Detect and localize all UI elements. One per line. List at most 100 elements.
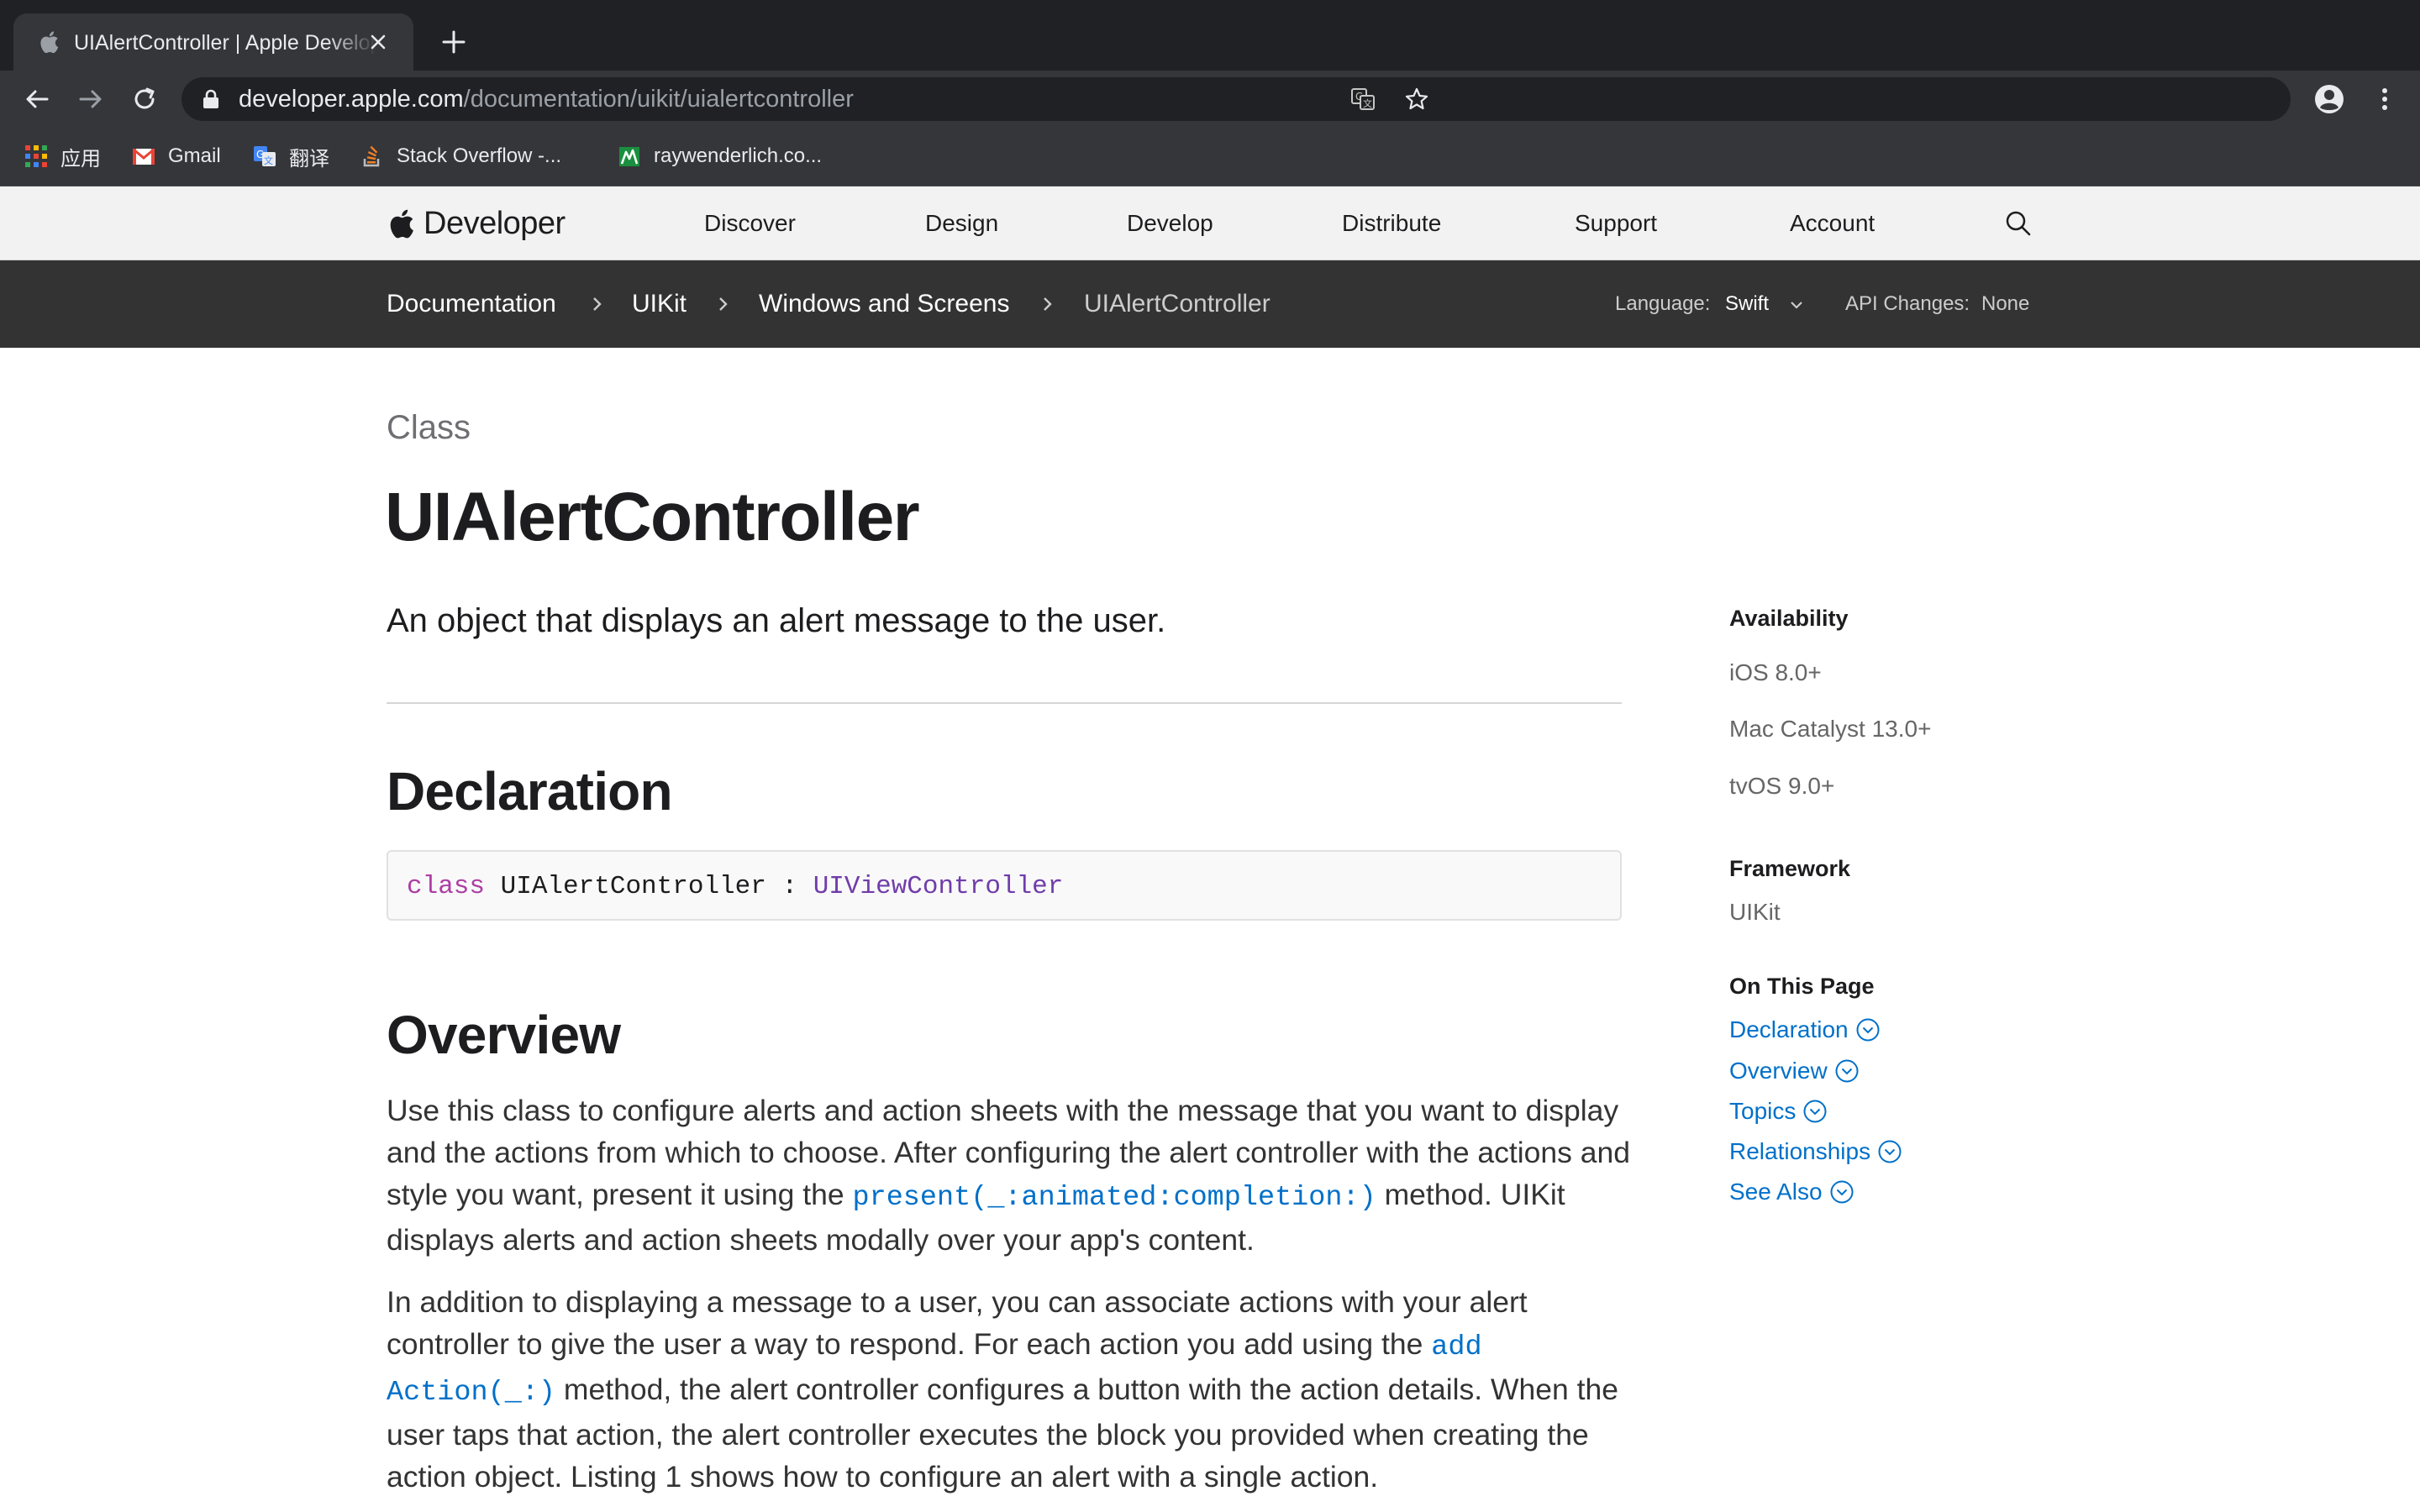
back-arrow-icon[interactable] [20, 82, 54, 116]
add-action-link[interactable]: Action(_:) [387, 1377, 555, 1409]
on-this-page-see-also[interactable]: See Also [1729, 1177, 1854, 1207]
apple-logo-icon [390, 209, 413, 239]
api-changes-label: API Changes: [1845, 292, 1970, 315]
text-span: style you want, present it using the [387, 1178, 853, 1211]
chevron-right-icon [593, 297, 602, 311]
declaration-heading: Declaration [387, 761, 673, 822]
on-this-page-relationships[interactable]: Relationships [1729, 1137, 1902, 1167]
page-title: UIAlertController [385, 479, 920, 555]
browser-tab[interactable]: UIAlertController | Apple Developer Docu… [13, 13, 413, 71]
breadcrumb: Documentation UIKit Windows and Screens … [0, 260, 2420, 348]
bookmark-translate[interactable]: G 文 翻译 [252, 139, 329, 173]
stack-overflow-icon [363, 145, 380, 167]
global-nav: Developer Discover Design Develop Distri… [0, 186, 2420, 260]
paragraph-line: style you want, present it using the pre… [387, 1173, 1630, 1219]
bookmark-gmail[interactable]: Gmail [131, 139, 221, 173]
url-host: developer.apple.com [239, 86, 464, 113]
chevron-down-icon[interactable] [1790, 301, 1803, 309]
framework-heading: Framework [1729, 856, 1851, 881]
paragraph-line: action object. Listing 1 shows how to co… [387, 1460, 1379, 1494]
nav-account[interactable]: Account [1790, 207, 1875, 240]
paragraph-line: user taps that action, the alert control… [387, 1418, 1589, 1452]
nav-distribute[interactable]: Distribute [1342, 207, 1441, 240]
text-span: method. UIKit [1376, 1178, 1565, 1211]
breadcrumb-uikit[interactable]: UIKit [632, 287, 687, 321]
bookmark-label: 翻译 [289, 147, 329, 171]
language-select[interactable]: Swift [1725, 291, 1769, 318]
breadcrumb-documentation[interactable]: Documentation [387, 287, 556, 321]
bookmark-raywenderlich[interactable]: raywenderlich.co... [617, 139, 822, 173]
svg-text:文: 文 [1363, 97, 1372, 109]
url-text[interactable]: developer.apple.com/documentation/uikit/… [239, 86, 854, 113]
framework-link[interactable]: UIKit [1729, 897, 1781, 927]
nav-support[interactable]: Support [1575, 207, 1657, 240]
language-label: Language: [1615, 292, 1711, 315]
tab-title: UIAlertController | Apple Developer Docu… [74, 29, 376, 57]
svg-text:文: 文 [264, 155, 273, 166]
overview-paragraph-2: In addition to displaying a message to a… [387, 1281, 1630, 1498]
forward-arrow-icon[interactable] [74, 82, 108, 116]
circle-chevron-down-icon [1830, 1180, 1854, 1204]
translate-icon[interactable]: G 文 [1349, 86, 1376, 113]
nav-discover[interactable]: Discover [704, 207, 796, 240]
lock-icon[interactable] [202, 89, 220, 109]
paragraph-line: displays alerts and action sheets modall… [387, 1223, 1255, 1257]
bookmark-label: Stack Overflow -... [397, 144, 562, 167]
text-span: method, the alert controller configures … [555, 1373, 1618, 1406]
divider [387, 702, 1622, 704]
search-icon[interactable] [2003, 208, 2033, 239]
breadcrumb-windows-and-screens[interactable]: Windows and Screens [759, 287, 1009, 321]
link-label: Declaration [1729, 1016, 1849, 1042]
google-translate-icon: G 文 [254, 146, 276, 166]
reload-icon[interactable] [128, 82, 161, 116]
link-label: Relationships [1729, 1138, 1871, 1164]
url-path: /documentation/uikit/uialertcontroller [463, 86, 854, 113]
close-icon[interactable] [365, 29, 392, 55]
bookmark-label: raywenderlich.co... [654, 144, 823, 167]
paragraph-line: and the actions from which to choose. Af… [387, 1136, 1630, 1169]
circle-chevron-down-icon [1878, 1140, 1902, 1163]
star-bookmark-icon[interactable] [1403, 86, 1430, 113]
raywenderlich-icon [619, 147, 639, 166]
overview-paragraph-1: Use this class to configure alerts and a… [387, 1089, 1630, 1261]
declaration-code-block: class UIAlertController : UIViewControll… [387, 850, 1622, 921]
api-changes-value[interactable]: None [1981, 291, 2029, 318]
bookmark-label: 应用 [60, 147, 101, 171]
gmail-icon [133, 148, 155, 165]
code-class-name: UIAlertController : [485, 872, 813, 901]
on-this-page-overview[interactable]: Overview [1729, 1056, 1860, 1086]
availability-item: iOS 8.0+ [1729, 659, 1822, 685]
availability-heading: Availability [1729, 606, 1849, 631]
menu-dots-icon[interactable] [2368, 82, 2402, 116]
profile-avatar-icon[interactable] [2312, 82, 2346, 116]
paragraph-line: Use this class to configure alerts and a… [387, 1094, 1619, 1127]
add-action-link[interactable]: add [1431, 1331, 1481, 1363]
link-label: Topics [1729, 1098, 1797, 1124]
present-method-link[interactable]: present(_:animated:completion:) [853, 1182, 1376, 1214]
on-this-page-topics[interactable]: Topics [1729, 1096, 1828, 1126]
nav-design[interactable]: Design [925, 207, 998, 240]
brand-text: Developer [424, 205, 566, 241]
text-span: controller to give the user a way to res… [387, 1327, 1432, 1361]
paragraph-line: Action(_:) method, the alert controller … [387, 1368, 1630, 1414]
bookmark-label: Gmail [168, 144, 221, 167]
on-this-page-declaration[interactable]: Declaration [1729, 1015, 1881, 1045]
browser-toolbar: developer.apple.com/documentation/uikit/… [0, 71, 2420, 128]
apps-grid-icon [25, 145, 47, 167]
chevron-right-icon [719, 297, 728, 311]
availability-item: Mac Catalyst 13.0+ [1729, 716, 1932, 742]
on-this-page-heading: On This Page [1729, 974, 1875, 999]
nav-develop[interactable]: Develop [1127, 207, 1213, 240]
new-tab-icon[interactable] [437, 25, 471, 59]
developer-home-link[interactable]: Developer [387, 202, 566, 245]
circle-chevron-down-icon [1835, 1059, 1859, 1083]
bookmark-apps[interactable]: 应用 [24, 139, 101, 173]
superclass-link[interactable]: UIViewController [813, 872, 1064, 901]
bookmarks-bar: 应用 Gmail G 文 翻译 Stack Overflow -... rayw… [0, 128, 2420, 186]
address-bar[interactable]: developer.apple.com/documentation/uikit/… [182, 77, 2291, 121]
symbol-kind: Class [387, 409, 471, 446]
declaration-code: class UIAlertController : UIViewControll… [407, 870, 1063, 904]
bookmark-stackoverflow[interactable]: Stack Overflow -... [360, 139, 561, 173]
link-label: See Also [1729, 1179, 1823, 1205]
paragraph-line: In addition to displaying a message to a… [387, 1285, 1528, 1319]
